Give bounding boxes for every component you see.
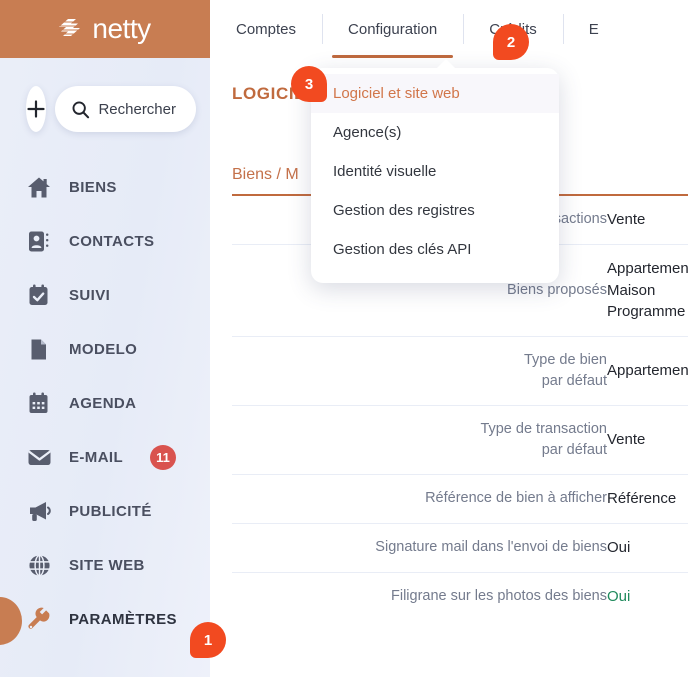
row-label: Référence de bien à afficher [232,474,607,524]
tab-label: Configuration [348,20,438,38]
step-marker-label: 3 [304,75,314,93]
tab-label: E [588,20,599,38]
sidebar-item-email[interactable]: E-MAIL 11 [0,430,210,484]
sidebar-item-agenda[interactable]: AGENDA [0,376,210,430]
row-label: Signature mail dans l'envoi de biens [232,522,607,573]
table-row[interactable]: Signature mail dans l'envoi de biens Oui [232,522,688,573]
tab-e-truncated[interactable]: E [562,0,625,58]
configuration-dropdown-menu: Logiciel et site web Agence(s) Identité … [311,59,559,283]
tab-comptes[interactable]: Comptes [210,0,322,58]
search-placeholder-label: Rechercher [98,100,176,118]
row-label: Type de bien par défaut [232,335,607,406]
menu-item-gestion-des-cles-api[interactable]: Gestion des clés API [311,230,559,269]
step-marker-3: 3 [291,66,327,102]
row-value: Oui [607,571,688,621]
row-label: Type de transaction par défaut [232,405,607,475]
step-marker-1: 1 [190,622,226,658]
globe-icon [26,554,52,577]
row-value: Appartement Maison Programme [607,243,688,337]
contacts-icon [26,230,52,253]
sidebar-item-biens[interactable]: BIENS [0,160,210,214]
active-item-indicator [0,597,22,645]
envelope-icon [26,447,52,467]
table-row[interactable]: Type de bien par défaut Appartement [232,335,688,406]
sidebar-item-label: PUBLICITÉ [69,502,152,520]
step-marker-2: 2 [493,24,529,60]
calendar-grid-icon [26,392,52,415]
menu-item-agences[interactable]: Agence(s) [311,113,559,152]
table-row[interactable]: Filigrane sur les photos des biens Oui [232,571,688,621]
add-button[interactable] [26,86,47,132]
megaphone-icon [26,500,52,522]
left-column: netty Rechercher BIENS CONTACTS SUIVI MO… [0,0,210,677]
sidebar-nav: BIENS CONTACTS SUIVI MODELO AGENDA E-MAI… [0,160,210,646]
home-icon [26,176,52,199]
search-input[interactable]: Rechercher [55,86,196,132]
netty-slashes-logo-icon [59,19,82,36]
search-icon [72,101,90,118]
sidebar-item-parametres[interactable]: PARAMÈTRES [0,592,210,646]
brand-logo[interactable]: netty [59,13,151,44]
menu-item-identite-visuelle[interactable]: Identité visuelle [311,152,559,191]
plus-icon [27,100,45,118]
sidebar-item-label: MODELO [69,340,138,358]
sidebar-item-label: AGENDA [69,394,137,412]
step-marker-label: 2 [506,33,516,51]
row-value: Vente [607,211,646,228]
sidebar-item-label: E-MAIL [69,448,124,466]
row-value: Oui [607,522,688,573]
sidebar-actions: Rechercher [0,86,210,132]
document-icon [26,338,52,361]
wrench-icon [26,607,52,631]
email-unread-badge: 11 [150,444,176,470]
calendar-check-icon [26,284,52,307]
table-row[interactable]: Type de transaction par défaut Vente [232,405,688,475]
tab-configuration[interactable]: Configuration [322,0,463,58]
sidebar-item-label: SITE WEB [69,556,145,574]
menu-item-label: Gestion des registres [333,202,475,219]
row-value: Référence [607,474,688,524]
sidebar-item-label: BIENS [69,178,117,196]
step-marker-label: 1 [203,631,213,649]
sidebar-item-publicite[interactable]: PUBLICITÉ [0,484,210,538]
menu-item-label: Gestion des clés API [333,241,472,258]
sidebar-item-modelo[interactable]: MODELO [0,322,210,376]
tab-label: Comptes [236,20,297,38]
table-row[interactable]: Référence de bien à afficher Référence [232,474,688,524]
top-tab-bar: Comptes Configuration Crédits E [210,0,688,58]
menu-item-label: Identité visuelle [333,163,437,180]
sidebar-item-contacts[interactable]: CONTACTS [0,214,210,268]
sidebar: Rechercher BIENS CONTACTS SUIVI MODELO A… [0,58,210,677]
menu-item-label: Agence(s) [333,124,402,141]
sidebar-item-site-web[interactable]: SITE WEB [0,538,210,592]
menu-item-label: Logiciel et site web [333,85,460,102]
row-value: Vente [607,405,688,475]
sidebar-item-label: PARAMÈTRES [69,610,177,628]
sidebar-item-suivi[interactable]: SUIVI [0,268,210,322]
dropdown-caret-icon [436,59,456,69]
sidebar-item-label: SUIVI [69,286,111,304]
row-label: Filigrane sur les photos des biens [232,571,607,621]
sidebar-item-label: CONTACTS [69,232,155,250]
menu-item-logiciel-et-site-web[interactable]: Logiciel et site web [311,74,559,113]
brand-bar: netty [0,0,210,58]
brand-name: netty [92,13,151,44]
row-value: Appartement [607,335,688,406]
app-root: netty Rechercher BIENS CONTACTS SUIVI MO… [0,0,688,677]
menu-item-gestion-des-registres[interactable]: Gestion des registres [311,191,559,230]
